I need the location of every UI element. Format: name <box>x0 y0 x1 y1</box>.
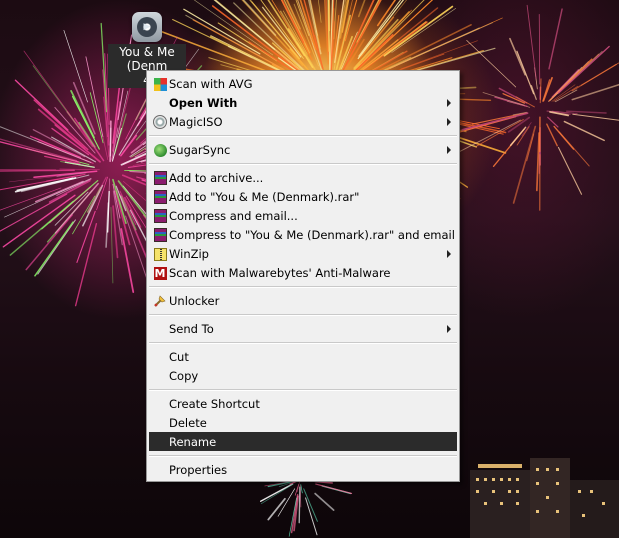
firework-streak <box>530 85 537 100</box>
menu-item-open-with[interactable]: Open With <box>149 93 457 112</box>
context-menu: Scan with AVG Open With MagicISO SugarSy… <box>146 70 460 482</box>
menu-item-malwarebytes[interactable]: M Scan with Malwarebytes' Anti-Malware <box>149 263 457 282</box>
firework-streak <box>565 110 607 114</box>
firework-streak <box>300 484 303 494</box>
menu-separator <box>149 455 457 457</box>
sugarsync-icon <box>152 142 168 158</box>
menu-separator <box>149 286 457 288</box>
firework-streak <box>557 45 610 94</box>
submenu-arrow-icon <box>447 99 451 107</box>
firework-streak <box>259 483 294 502</box>
winrar-icon <box>152 227 168 243</box>
firework-streak <box>333 0 337 40</box>
avg-icon <box>152 76 168 92</box>
firework-streak <box>548 8 563 70</box>
menu-item-add-to-rar[interactable]: Add to "You & Me (Denmark).rar" <box>149 187 457 206</box>
firework-streak <box>475 119 524 148</box>
firework-streak <box>14 79 69 131</box>
menu-item-compress-to-rar-email[interactable]: Compress to "You & Me (Denmark).rar" and… <box>149 225 457 244</box>
firework-streak <box>538 13 541 85</box>
firework-streak <box>2 194 76 248</box>
firework-streak <box>572 113 619 121</box>
firework-streak <box>183 8 261 55</box>
firework-streak <box>120 134 138 157</box>
winrar-icon <box>152 189 168 205</box>
menu-separator <box>149 314 457 316</box>
media-file-icon: ▶ <box>132 12 162 42</box>
firework-streak <box>557 146 583 195</box>
firework-streak <box>0 169 75 172</box>
menu-item-scan-avg[interactable]: Scan with AVG <box>149 74 457 93</box>
menu-item-send-to[interactable]: Send To <box>149 319 457 338</box>
winrar-icon <box>152 208 168 224</box>
menu-item-magiciso[interactable]: MagicISO <box>149 112 457 131</box>
firework-streak <box>542 76 553 102</box>
menu-separator <box>149 389 457 391</box>
firework-streak <box>383 5 454 57</box>
firework-streak <box>72 195 96 235</box>
menu-item-add-to-archive[interactable]: Add to archive... <box>149 168 457 187</box>
unlocker-icon <box>152 293 168 309</box>
firework-streak <box>571 63 617 92</box>
menu-item-create-shortcut[interactable]: Create Shortcut <box>149 394 457 413</box>
submenu-arrow-icon <box>447 118 451 126</box>
menu-item-rename[interactable]: Rename <box>149 432 457 451</box>
menu-separator <box>149 342 457 344</box>
firework-streak <box>526 4 537 80</box>
disc-icon <box>152 114 168 130</box>
firework-streak <box>314 492 335 511</box>
firework-streak <box>466 40 517 88</box>
firework-streak <box>547 116 559 128</box>
firework-streak <box>260 483 294 504</box>
firework-streak <box>391 8 456 53</box>
malwarebytes-icon: M <box>153 266 167 280</box>
firework-streak <box>516 50 535 95</box>
firework-streak <box>63 29 88 103</box>
submenu-arrow-icon <box>447 325 451 333</box>
firework-streak <box>535 132 540 192</box>
firework-streak <box>87 176 107 213</box>
menu-item-winzip[interactable]: WinZip <box>149 244 457 263</box>
firework-streak <box>509 37 526 76</box>
submenu-arrow-icon <box>447 250 451 258</box>
menu-item-unlocker[interactable]: Unlocker <box>149 291 457 310</box>
menu-item-delete[interactable]: Delete <box>149 413 457 432</box>
menu-item-compress-email[interactable]: Compress and email... <box>149 206 457 225</box>
menu-item-cut[interactable]: Cut <box>149 347 457 366</box>
menu-item-properties[interactable]: Properties <box>149 460 457 479</box>
firework-streak <box>563 120 605 142</box>
firework-streak <box>105 202 110 248</box>
winzip-icon <box>152 246 168 262</box>
firework-streak <box>109 127 112 157</box>
winrar-icon <box>152 170 168 186</box>
menu-item-sugarsync[interactable]: SugarSync <box>149 140 457 159</box>
firework-streak <box>33 170 98 179</box>
submenu-arrow-icon <box>447 146 451 154</box>
firework-streak <box>298 486 301 524</box>
firework-streak <box>580 62 619 86</box>
firework-streak <box>277 488 296 517</box>
menu-separator <box>149 135 457 137</box>
menu-separator <box>149 163 457 165</box>
firework-streak <box>294 483 300 496</box>
firework-streak <box>315 483 353 495</box>
firework-streak <box>59 168 100 171</box>
city-skyline <box>470 458 619 538</box>
menu-item-copy[interactable]: Copy <box>149 366 457 385</box>
firework-streak <box>110 207 114 284</box>
